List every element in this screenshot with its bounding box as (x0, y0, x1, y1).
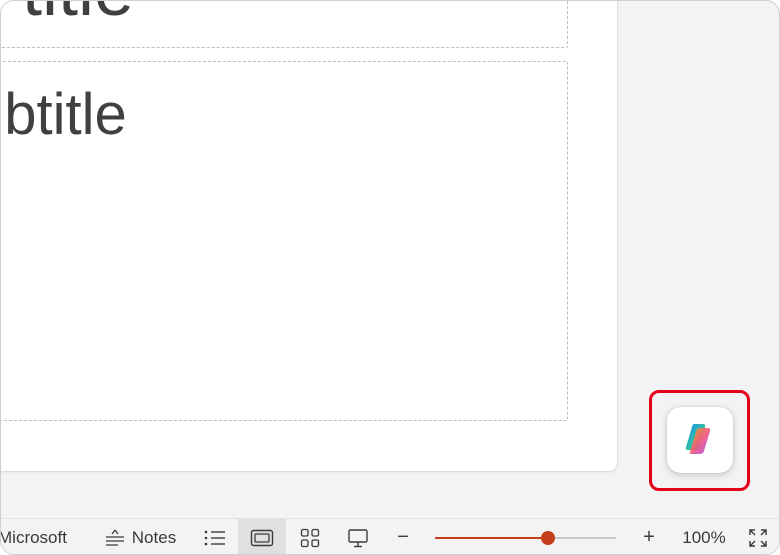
zoom-out-button[interactable]: − (389, 519, 417, 554)
zoom-in-label: + (643, 526, 655, 548)
fit-to-window-button[interactable] (741, 519, 775, 554)
subtitle-placeholder[interactable]: ubtitle (1, 61, 568, 421)
language-status[interactable]: Microsoft (0, 519, 78, 554)
slide-canvas: d title ubtitle (1, 1, 617, 471)
notes-label: Notes (131, 527, 177, 547)
list-icon (203, 528, 227, 548)
copilot-icon (682, 420, 718, 461)
title-placeholder[interactable]: d title (1, 1, 568, 48)
copilot-button[interactable] (667, 407, 733, 473)
language-label: Microsoft (0, 527, 67, 547)
fit-to-window-icon (748, 528, 768, 548)
zoom-in-button[interactable]: + (635, 519, 663, 554)
slide-sorter-button[interactable] (289, 519, 331, 554)
zoom-slider-fill (435, 537, 548, 539)
presentation-icon (347, 528, 369, 548)
zoom-level-label: 100% (682, 527, 726, 547)
grid-icon (300, 528, 320, 548)
normal-view-button[interactable] (238, 519, 286, 554)
status-bar: Microsoft Notes − + 100% (0, 518, 779, 554)
zoom-level-button[interactable]: 100% (675, 519, 733, 554)
title-text: d title (1, 1, 134, 27)
zoom-slider-thumb[interactable] (540, 531, 555, 545)
notes-button[interactable]: Notes (95, 519, 185, 554)
zoom-out-label: − (397, 526, 409, 548)
notes-icon (104, 529, 126, 547)
subtitle-text: ubtitle (1, 82, 127, 147)
outline-view-button[interactable] (195, 519, 235, 554)
presentation-window: d title ubtitle (0, 0, 780, 555)
normal-view-icon (250, 529, 274, 547)
presenter-view-button[interactable] (337, 519, 379, 554)
